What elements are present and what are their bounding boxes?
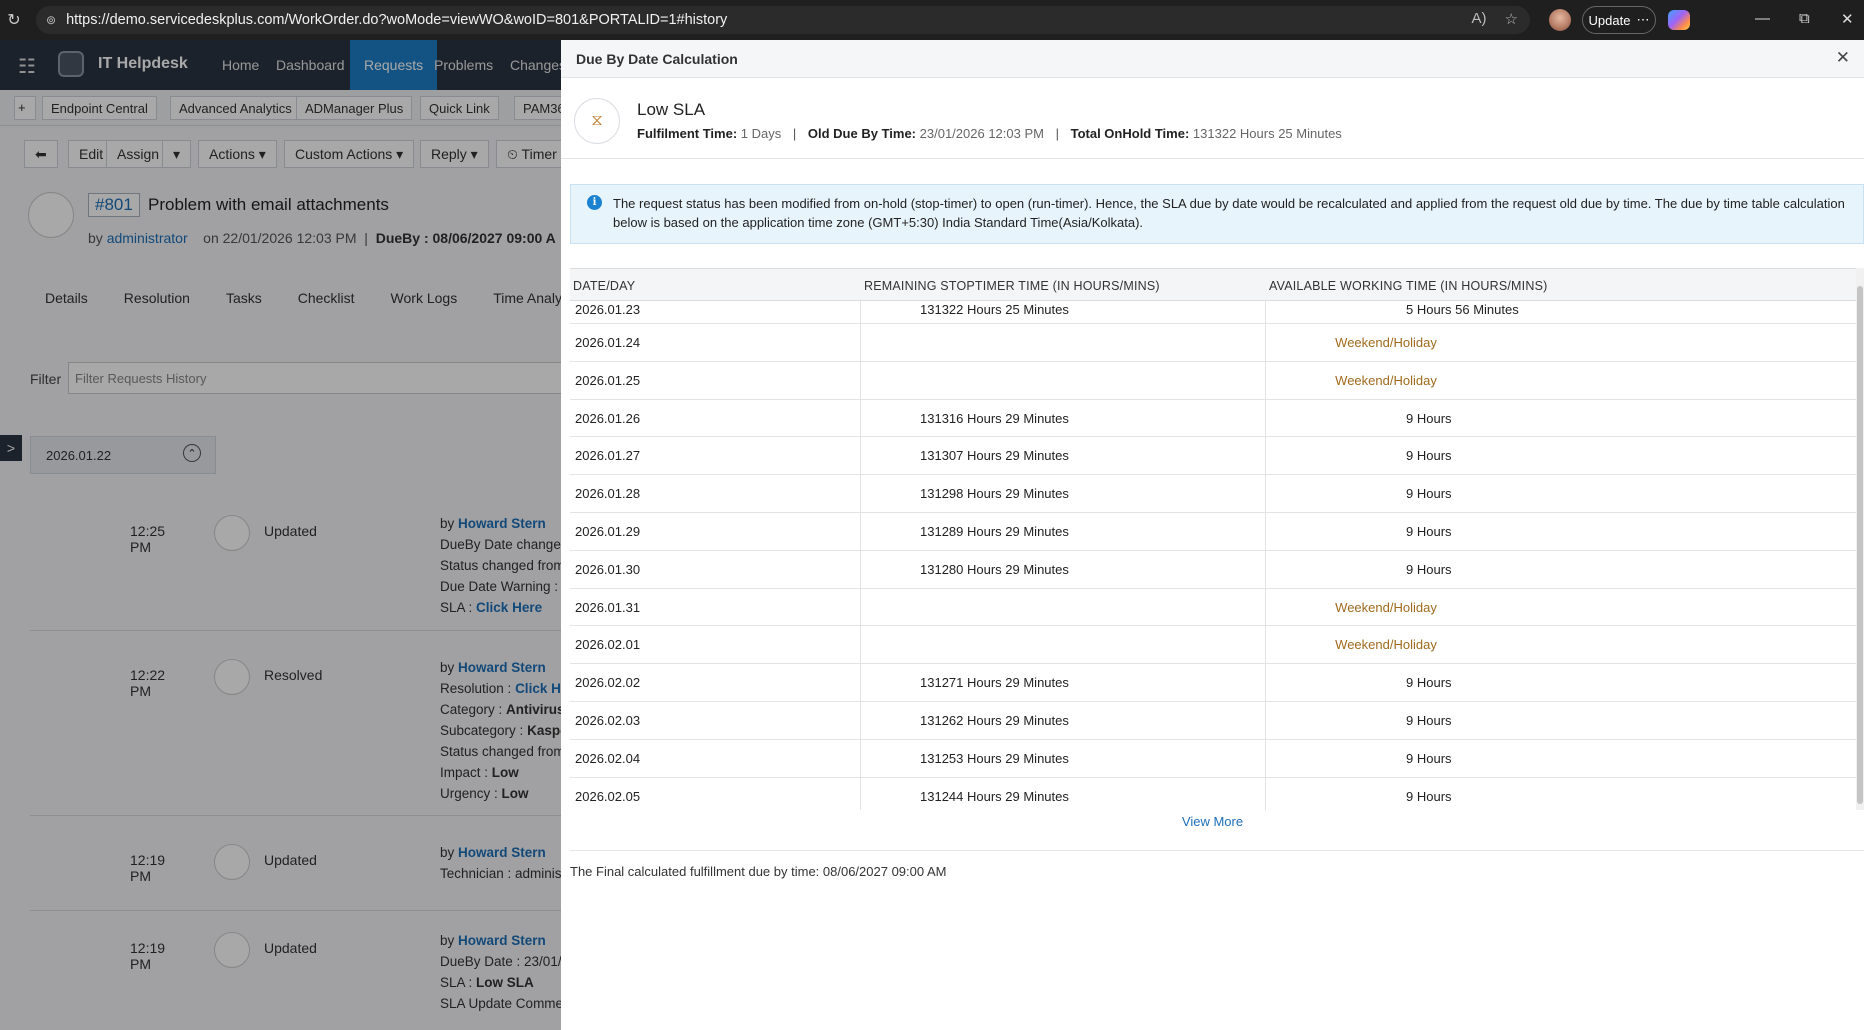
- row-holiday: Weekend/Holiday: [1335, 599, 1437, 615]
- site-info-icon[interactable]: ⊚: [46, 13, 56, 27]
- row-holiday: Weekend/Holiday: [1335, 372, 1437, 388]
- table-row: 2026.02.03 131262 Hours 29 Minutes 9 Hours: [570, 702, 1856, 740]
- window-close-icon[interactable]: ✕: [1841, 10, 1854, 28]
- row-available-time: 9 Hours: [1406, 448, 1452, 464]
- profile-avatar[interactable]: [1549, 9, 1571, 31]
- close-icon[interactable]: ✕: [1836, 48, 1850, 68]
- summary-separator: |: [1055, 126, 1059, 141]
- read-aloud-icon[interactable]: A): [1472, 10, 1487, 28]
- table-scrollbar[interactable]: [1856, 268, 1864, 810]
- table-row: 2026.02.02 131271 Hours 29 Minutes 9 Hours: [570, 664, 1856, 702]
- fulfilment-value: 1 Days: [740, 126, 782, 141]
- summary-separator: |: [792, 126, 797, 141]
- onhold-value: 131322 Hours 25 Minutes: [1192, 126, 1342, 141]
- notice-text: The request status has been modified fro…: [613, 196, 1845, 230]
- row-date: 2026.01.23: [575, 302, 641, 317]
- row-date: 2026.02.05: [575, 788, 641, 804]
- divider: [570, 850, 1864, 851]
- row-remaining-time: 131298 Hours 29 Minutes: [920, 486, 1069, 502]
- sla-summary: Fulfilment Time: 1 Days | Old Due By Tim…: [637, 126, 1342, 141]
- row-remaining-time: 131271 Hours 29 Minutes: [920, 675, 1069, 691]
- row-date: 2026.01.25: [575, 372, 641, 388]
- copilot-icon[interactable]: [1668, 10, 1690, 30]
- row-date: 2026.02.01: [575, 637, 641, 653]
- row-date: 2026.01.29: [575, 524, 641, 539]
- row-available-time: 9 Hours: [1406, 524, 1452, 539]
- row-available-time: 9 Hours: [1406, 561, 1452, 577]
- row-available-time: 9 Hours: [1406, 750, 1452, 766]
- table-row: 2026.01.25 Weekend/Holiday: [570, 362, 1856, 400]
- dialog-header: Due By Date Calculation ✕: [561, 40, 1864, 78]
- row-date: 2026.02.02: [575, 675, 641, 691]
- table-row: 2026.01.27 131307 Hours 29 Minutes 9 Hours: [570, 437, 1856, 476]
- table-header: DATE/DAY REMAINING STOPTIMER TIME (IN HO…: [570, 269, 1856, 301]
- row-date: 2026.01.30: [575, 561, 641, 577]
- row-date: 2026.01.31: [575, 599, 641, 615]
- due-by-table: DATE/DAY REMAINING STOPTIMER TIME (IN HO…: [570, 268, 1856, 810]
- table-row: 2026.02.04 131253 Hours 29 Minutes 9 Hours: [570, 740, 1856, 778]
- row-remaining-time: 131307 Hours 29 Minutes: [920, 448, 1069, 464]
- fulfilment-label: Fulfilment Time:: [637, 126, 738, 141]
- favorite-star-icon[interactable]: ☆: [1505, 10, 1518, 28]
- restore-icon[interactable]: ⧉: [1799, 10, 1810, 27]
- scrollbar-thumb[interactable]: [1857, 286, 1863, 804]
- old-due-value: 23/01/2026 12:03 PM: [919, 126, 1044, 141]
- info-icon: i: [587, 195, 602, 210]
- table-row: 2026.01.29 131289 Hours 29 Minutes 9 Hours: [570, 513, 1856, 551]
- table-row: 2026.01.24 Weekend/Holiday: [570, 324, 1856, 362]
- row-date: 2026.01.28: [575, 486, 641, 502]
- row-available-time: 9 Hours: [1406, 713, 1452, 728]
- row-available-time: 9 Hours: [1406, 486, 1452, 502]
- final-due-by-text: The Final calculated fulfillment due by …: [570, 864, 947, 879]
- row-remaining-time: 131262 Hours 29 Minutes: [920, 713, 1069, 728]
- browser-toolbar: ↻ ⊚ https://demo.servicedeskplus.com/Wor…: [0, 0, 1864, 40]
- row-remaining-time: 131289 Hours 29 Minutes: [920, 524, 1069, 539]
- row-date: 2026.01.24: [575, 335, 641, 350]
- table-row: 2026.01.30 131280 Hours 29 Minutes 9 Hours: [570, 551, 1856, 589]
- more-dots-icon: ⋯: [1636, 12, 1650, 27]
- sla-icon: ⧖: [574, 98, 620, 144]
- column-header-remaining: REMAINING STOPTIMER TIME (IN HOURS/MINS): [864, 279, 1160, 293]
- row-date: 2026.01.26: [575, 410, 641, 426]
- sla-name: Low SLA: [637, 100, 706, 119]
- row-holiday: Weekend/Holiday: [1335, 637, 1437, 653]
- minimize-icon[interactable]: —: [1755, 10, 1770, 27]
- update-button[interactable]: Update ⋯: [1582, 6, 1656, 34]
- address-url[interactable]: https://demo.servicedeskplus.com/WorkOrd…: [66, 12, 727, 28]
- old-due-label: Old Due By Time:: [807, 126, 917, 141]
- row-holiday: Weekend/Holiday: [1335, 335, 1437, 350]
- column-header-available: AVAILABLE WORKING TIME (IN HOURS/MINS): [1269, 279, 1548, 293]
- table-row: 2026.01.31 Weekend/Holiday: [570, 589, 1856, 627]
- column-header-date: DATE/DAY: [573, 279, 636, 293]
- table-row: 2026.02.05 131244 Hours 29 Minutes 9 Hours: [570, 778, 1856, 810]
- table-row: 2026.01.26 131316 Hours 29 Minutes 9 Hours: [570, 400, 1856, 438]
- row-date: 2026.02.03: [575, 713, 641, 728]
- address-bar[interactable]: ⊚ https://demo.servicedeskplus.com/WorkO…: [36, 6, 1530, 34]
- onhold-label: Total OnHold Time:: [1070, 126, 1190, 141]
- row-remaining-time: 131244 Hours 29 Minutes: [920, 788, 1069, 804]
- row-available-time: 9 Hours: [1406, 675, 1452, 691]
- row-available-time: 9 Hours: [1406, 788, 1452, 804]
- table-row: 2026.01.23 131322 Hours 25 Minutes 5 Hours…: [570, 301, 1856, 324]
- row-remaining-time: 131322 Hours 25 Minutes: [920, 302, 1069, 317]
- table-row: 2026.02.01 Weekend/Holiday: [570, 626, 1856, 665]
- reload-icon[interactable]: ↻: [0, 10, 28, 30]
- row-available-time: 5 Hours 56 Minutes: [1406, 302, 1519, 317]
- row-remaining-time: 131280 Hours 29 Minutes: [920, 561, 1069, 577]
- row-available-time: 9 Hours: [1406, 410, 1452, 426]
- view-more-link[interactable]: View More: [561, 814, 1864, 829]
- row-date: 2026.02.04: [575, 750, 641, 766]
- table-row: 2026.01.28 131298 Hours 29 Minutes 9 Hours: [570, 475, 1856, 513]
- row-remaining-time: 131253 Hours 29 Minutes: [920, 750, 1069, 766]
- dialog-title: Due By Date Calculation: [576, 51, 738, 67]
- update-label: Update: [1588, 12, 1631, 28]
- row-remaining-time: 131316 Hours 29 Minutes: [920, 410, 1069, 426]
- info-notice: i The request status has been modified f…: [570, 184, 1864, 244]
- divider: [561, 158, 1864, 159]
- row-date: 2026.01.27: [575, 448, 641, 464]
- due-by-calculation-dialog: Due By Date Calculation ✕ ⧖ Low SLA Fulf…: [561, 40, 1864, 1030]
